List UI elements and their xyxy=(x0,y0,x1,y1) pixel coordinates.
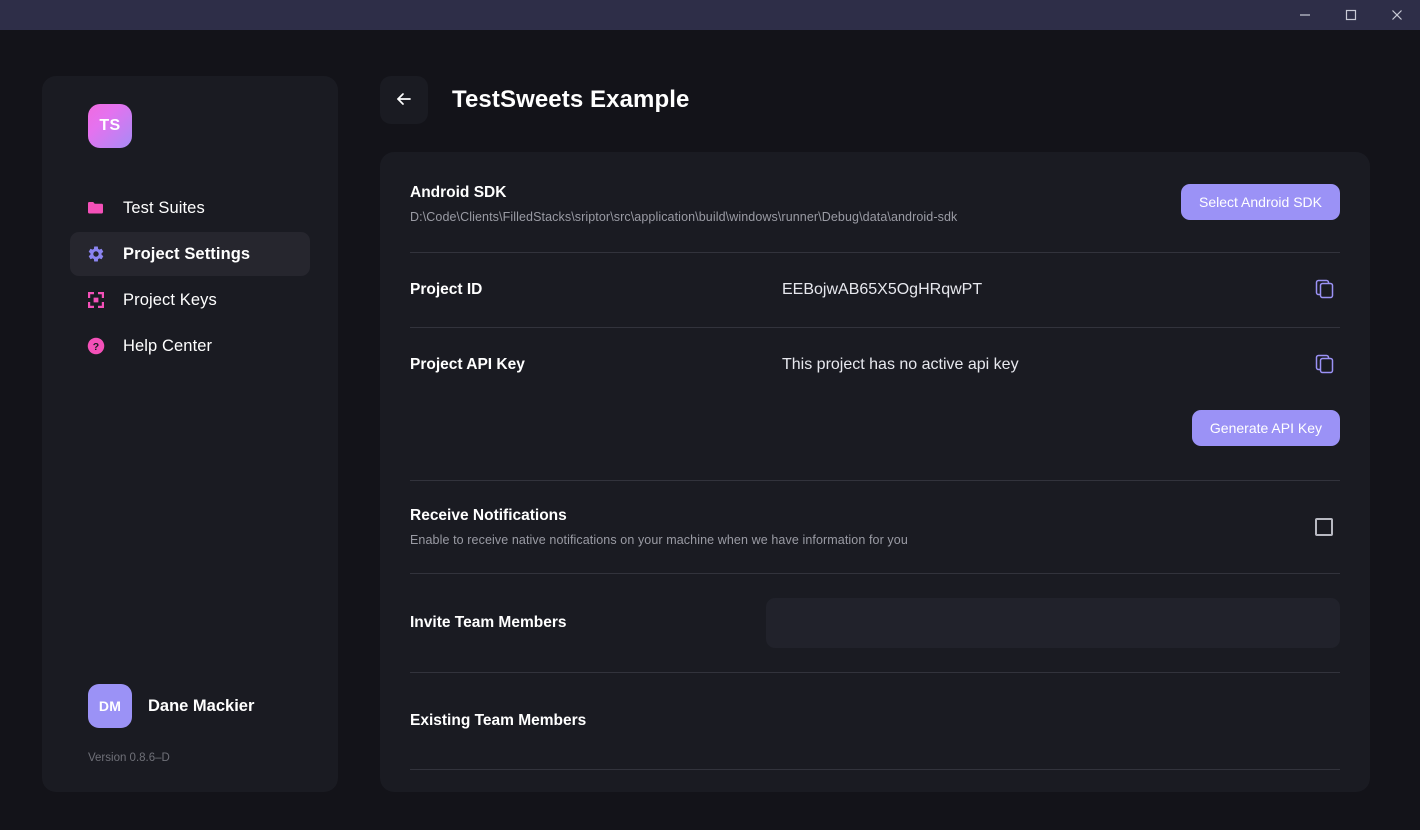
window-titlebar xyxy=(0,0,1420,30)
project-id-row: Project ID EEBojwAB65X5OgHRqwPT xyxy=(410,253,1340,327)
page-title: TestSweets Example xyxy=(452,86,689,114)
copy-api-key-button[interactable] xyxy=(1310,349,1340,382)
sidebar-item-project-settings[interactable]: Project Settings xyxy=(70,232,310,276)
sidebar-item-label: Test Suites xyxy=(123,199,205,218)
existing-team-members-label: Existing Team Members xyxy=(410,712,586,730)
page-header: TestSweets Example xyxy=(380,76,1370,124)
receive-notifications-row: Receive Notifications Enable to receive … xyxy=(410,481,1340,573)
project-api-key-value: This project has no active api key xyxy=(782,356,1310,374)
gear-icon xyxy=(87,245,105,263)
copy-icon xyxy=(1314,353,1336,378)
generate-api-key-row: Generate API Key xyxy=(410,402,1340,480)
android-sdk-text-group: Android SDK D:\Code\Clients\FilledStacks… xyxy=(410,184,957,224)
sidebar-item-test-suites[interactable]: Test Suites xyxy=(70,186,310,230)
existing-team-members-row: Existing Team Members xyxy=(410,673,1340,769)
window-maximize-button[interactable] xyxy=(1328,0,1374,30)
project-keys-icon xyxy=(87,291,105,309)
svg-text:?: ? xyxy=(93,341,99,353)
app-version: Version 0.8.6–D xyxy=(88,752,338,792)
generate-api-key-button[interactable]: Generate API Key xyxy=(1192,410,1340,446)
invite-team-members-input[interactable] xyxy=(766,598,1340,648)
project-settings-card: Android SDK D:\Code\Clients\FilledStacks… xyxy=(380,152,1370,792)
receive-notifications-description: Enable to receive native notifications o… xyxy=(410,533,908,547)
window-close-button[interactable] xyxy=(1374,0,1420,30)
app-shell: TS Test Suites Project Settings xyxy=(0,30,1420,830)
sidebar-nav: Test Suites Project Settings Project Key… xyxy=(42,186,338,368)
project-api-key-row: Project API Key This project has no acti… xyxy=(410,328,1340,402)
notifications-text-group: Receive Notifications Enable to receive … xyxy=(410,507,908,547)
android-sdk-path: D:\Code\Clients\FilledStacks\sriptor\src… xyxy=(410,210,957,224)
user-profile[interactable]: DM Dane Mackier xyxy=(88,684,338,728)
back-button[interactable] xyxy=(380,76,428,124)
arrow-left-icon xyxy=(394,89,414,112)
sidebar-item-label: Project Settings xyxy=(123,245,250,264)
folder-icon xyxy=(87,199,105,217)
sidebar-item-help-center[interactable]: ? Help Center xyxy=(70,324,310,368)
avatar: DM xyxy=(88,684,132,728)
sidebar: TS Test Suites Project Settings xyxy=(42,76,338,792)
android-sdk-label: Android SDK xyxy=(410,184,957,202)
user-name: Dane Mackier xyxy=(148,697,254,716)
sidebar-item-label: Project Keys xyxy=(123,291,217,310)
window-minimize-button[interactable] xyxy=(1282,0,1328,30)
copy-icon xyxy=(1314,278,1336,303)
avatar-initials: DM xyxy=(99,698,121,714)
invite-team-members-row: Invite Team Members xyxy=(410,574,1340,672)
project-api-key-label: Project API Key xyxy=(410,356,782,374)
main-content: TestSweets Example Android SDK D:\Code\C… xyxy=(380,76,1370,792)
project-id-value: EEBojwAB65X5OgHRqwPT xyxy=(782,281,1310,299)
sidebar-item-label: Help Center xyxy=(123,337,212,356)
app-logo: TS xyxy=(88,104,132,148)
select-android-sdk-button[interactable]: Select Android SDK xyxy=(1181,184,1340,220)
receive-notifications-checkbox[interactable] xyxy=(1315,518,1333,536)
invite-team-members-label: Invite Team Members xyxy=(410,614,766,632)
project-id-label: Project ID xyxy=(410,281,782,299)
copy-project-id-button[interactable] xyxy=(1310,274,1340,307)
sidebar-item-project-keys[interactable]: Project Keys xyxy=(70,278,310,322)
app-logo-text: TS xyxy=(99,117,120,135)
receive-notifications-label: Receive Notifications xyxy=(410,507,908,525)
divider xyxy=(410,769,1340,770)
sidebar-spacer xyxy=(42,368,338,684)
help-circle-icon: ? xyxy=(87,337,105,355)
android-sdk-row: Android SDK D:\Code\Clients\FilledStacks… xyxy=(410,152,1340,252)
